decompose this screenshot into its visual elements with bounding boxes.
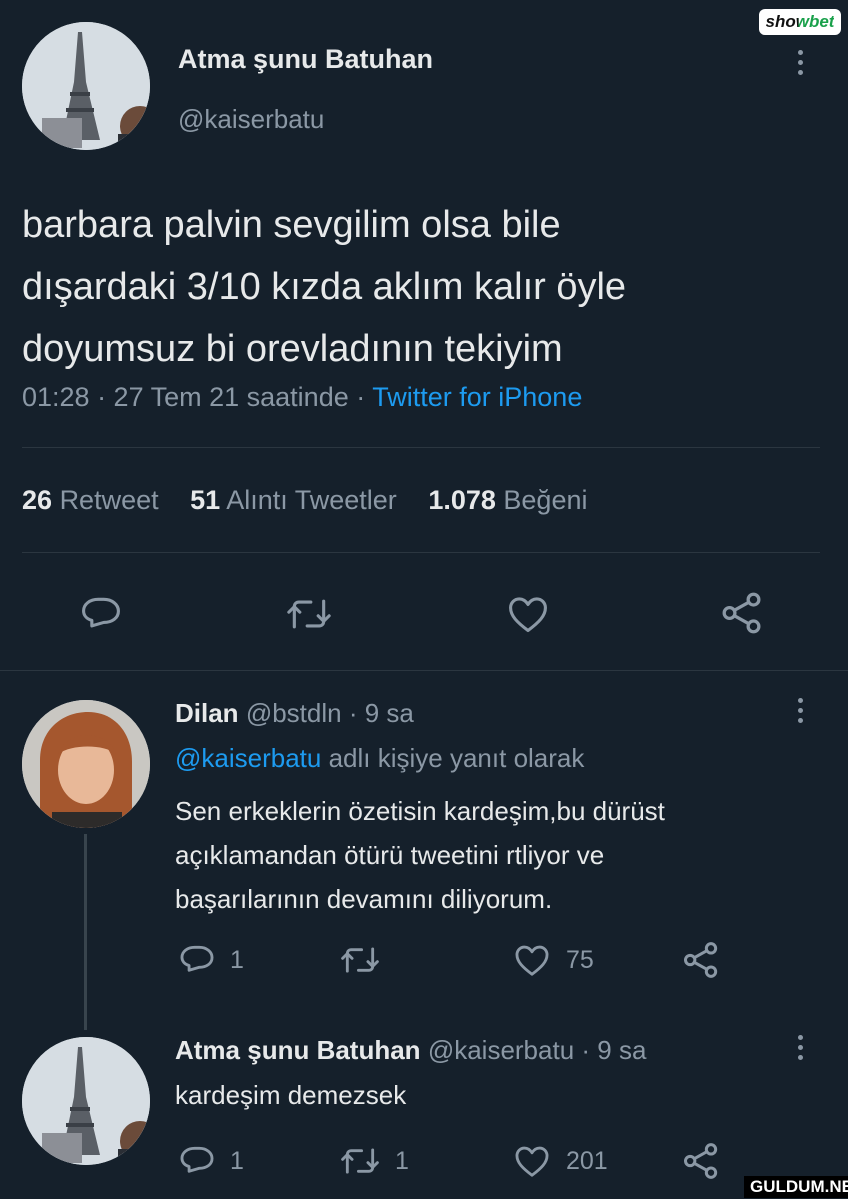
reply-avatar[interactable] [22,1037,150,1165]
like-icon[interactable] [505,592,551,636]
reply-text-line: açıklamandan ötürü tweetini rtliyor ve [175,840,605,870]
divider [22,552,820,553]
tweet-stats: 26 Retweet 51 Alıntı Tweetler 1.078 Beğe… [22,485,587,516]
reply-text-line: başarılarının devamını diliyorum. [175,884,553,914]
like-action[interactable]: 201 [512,1142,608,1180]
retweet-action[interactable] [339,941,395,979]
tweet-text-line: barbara palvin sevgilim olsa bile [22,204,561,246]
retweet-stat[interactable]: 26 Retweet [22,485,159,515]
retweet-label: Retweet [59,485,159,515]
like-icon [515,945,549,976]
quote-label: Alıntı Tweetler [226,485,397,515]
tweet-text-line: doyumsuz bi orevladının tekiyim [22,328,563,370]
reply-count: 1 [230,1146,244,1175]
tweet-source-link[interactable]: Twitter for iPhone [372,382,582,412]
like-label: Beğeni [503,485,588,515]
reply-avatar[interactable] [22,700,150,828]
reply-text-line: kardeşim demezsek [175,1080,407,1110]
reply-author-handle[interactable]: @bstdln [246,698,342,728]
retweet-count: 1 [395,1146,409,1175]
reply-author-handle[interactable]: @kaiserbatu [428,1035,574,1065]
divider [0,670,848,671]
share-icon[interactable] [681,940,721,980]
reply-header: Dilan @bstdln · 9 sa [175,698,414,729]
divider [22,447,820,448]
reply-action[interactable]: 1 [178,1142,244,1180]
showbet-logo-text: showbet [765,12,835,31]
thread-line [84,834,87,1030]
reply-to-text: adlı kişiye yanıt olarak [328,743,585,773]
reply-time[interactable]: · 9 sa [349,698,414,728]
reply-text: Sen erkeklerin özetisin kardeşim,bu dürü… [175,789,665,921]
author-handle[interactable]: @kaiserbatu [178,104,324,135]
reply-more-options-icon[interactable] [795,698,805,728]
reply-header: Atma şunu Batuhan @kaiserbatu · 9 sa [175,1035,646,1066]
tweet-text: barbara palvin sevgilim olsa bile dışard… [22,194,626,380]
quote-stat[interactable]: 51 Alıntı Tweetler [190,485,397,515]
reply-action[interactable]: 1 [178,941,244,979]
reply-to-line: @kaiserbatu adlı kişiye yanıt olarak [175,743,584,774]
retweet-icon[interactable] [285,592,333,636]
reply-icon [180,1146,214,1173]
tweet-more-options-icon[interactable] [795,50,805,80]
reply-more-options-icon[interactable] [795,1035,805,1065]
guldum-watermark: GULDUM.NET [744,1176,848,1198]
tweet-meta: 01:28 · 27 Tem 21 saatinde · Twitter for… [22,382,582,413]
reply-text-line: Sen erkeklerin özetisin kardeşim,bu dürü… [175,796,665,826]
reply-author-name[interactable]: Dilan [175,698,239,728]
reply-to-handle-link[interactable]: @kaiserbatu [175,743,321,773]
author-avatar[interactable] [22,22,150,150]
reply-count: 1 [230,945,244,974]
showbet-logo: showbet [759,9,841,35]
quote-count: 51 [190,485,221,515]
tweet-text-line: dışardaki 3/10 kızda aklım kalır öyle [22,266,627,308]
retweet-icon [341,1148,379,1174]
reply-author-name[interactable]: Atma şunu Batuhan [175,1035,421,1065]
retweet-action[interactable]: 1 [339,1142,409,1180]
like-action[interactable]: 75 [512,941,594,979]
like-icon [515,1146,549,1177]
like-count: 75 [566,945,594,974]
like-count: 201 [566,1146,608,1175]
like-count: 1.078 [428,485,496,515]
author-name[interactable]: Atma şunu Batuhan [178,44,433,75]
like-stat[interactable]: 1.078 Beğeni [428,485,587,515]
share-icon[interactable] [718,590,766,636]
share-icon[interactable] [681,1141,721,1181]
reply-icon[interactable] [79,592,123,636]
retweet-icon [341,947,379,973]
tweet-timestamp[interactable]: 01:28 · 27 Tem 21 saatinde · [22,382,365,412]
reply-text: kardeşim demezsek [175,1077,406,1113]
reply-time[interactable]: · 9 sa [581,1035,646,1065]
reply-icon [180,945,214,972]
retweet-count: 26 [22,485,53,515]
